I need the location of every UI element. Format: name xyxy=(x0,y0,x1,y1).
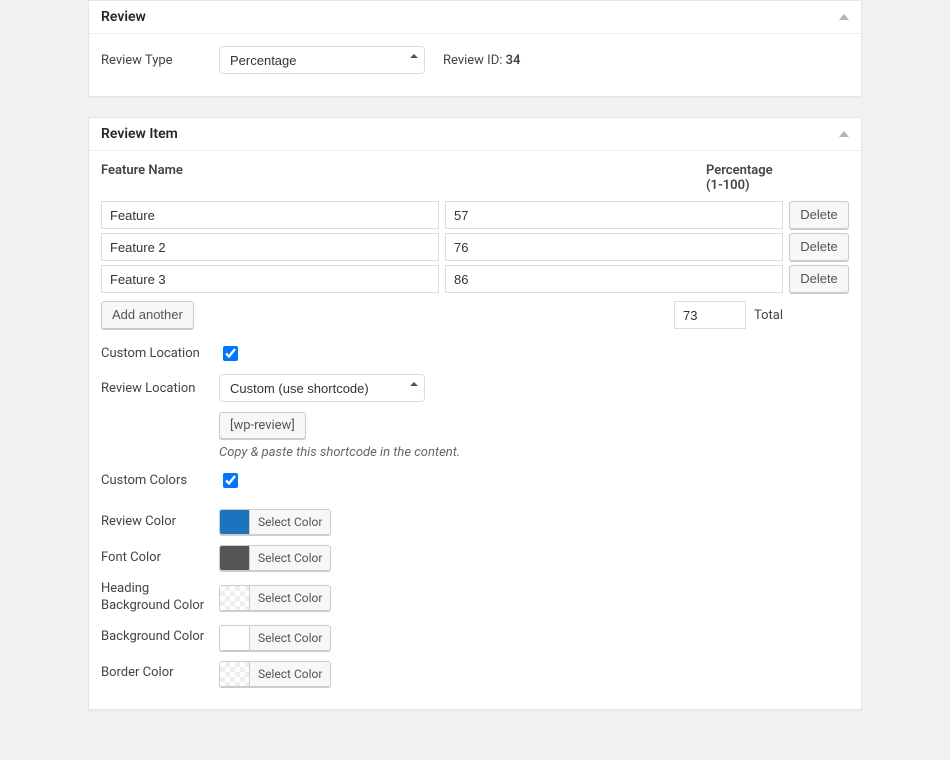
feature-row: Delete xyxy=(101,265,849,293)
add-another-button[interactable]: Add another xyxy=(101,301,194,329)
feature-name-input[interactable] xyxy=(101,233,439,261)
custom-colors-label: Custom Colors xyxy=(101,473,219,488)
custom-location-label: Custom Location xyxy=(101,346,219,361)
collapse-icon[interactable] xyxy=(839,131,849,137)
custom-location-checkbox[interactable] xyxy=(223,346,238,361)
feature-pct-input[interactable] xyxy=(445,233,783,261)
color-row: Background Color Select Color xyxy=(101,625,849,651)
color-row: Heading Background Color Select Color xyxy=(101,581,849,615)
color-picker[interactable]: Select Color xyxy=(219,625,331,651)
color-picker[interactable]: Select Color xyxy=(219,661,331,687)
total-input[interactable] xyxy=(674,301,746,329)
review-panel: Review Review Type Percentage Review ID:… xyxy=(88,0,862,97)
review-type-select[interactable]: Percentage xyxy=(219,46,425,74)
feature-row: Delete xyxy=(101,201,849,229)
color-label: Font Color xyxy=(101,550,219,567)
review-type-label: Review Type xyxy=(101,53,219,68)
color-label: Heading Background Color xyxy=(101,581,219,615)
total-label: Total xyxy=(754,308,783,323)
percentage-header: Percentage (1-100) xyxy=(706,163,781,193)
feature-name-input[interactable] xyxy=(101,201,439,229)
color-picker[interactable]: Select Color xyxy=(219,509,331,535)
review-item-title: Review Item xyxy=(101,126,178,142)
feature-row: Delete xyxy=(101,233,849,261)
color-label: Background Color xyxy=(101,629,219,646)
shortcode-box[interactable]: [wp-review] xyxy=(219,412,306,439)
color-swatch[interactable] xyxy=(220,626,250,650)
feature-name-input[interactable] xyxy=(101,265,439,293)
shortcode-hint: Copy & paste this shortcode in the conte… xyxy=(219,445,460,460)
color-row: Border Color Select Color xyxy=(101,661,849,687)
color-label: Border Color xyxy=(101,665,219,682)
feature-pct-input[interactable] xyxy=(445,265,783,293)
select-color-button[interactable]: Select Color xyxy=(250,510,330,534)
delete-button[interactable]: Delete xyxy=(789,265,849,293)
delete-button[interactable]: Delete xyxy=(789,201,849,229)
delete-button[interactable]: Delete xyxy=(789,233,849,261)
color-swatch[interactable] xyxy=(220,586,250,610)
color-row: Review Color Select Color xyxy=(101,509,849,535)
select-color-button[interactable]: Select Color xyxy=(250,546,330,570)
collapse-icon[interactable] xyxy=(839,14,849,20)
review-location-select[interactable]: Custom (use shortcode) xyxy=(219,374,425,402)
review-id: Review ID: 34 xyxy=(443,53,520,68)
feature-pct-input[interactable] xyxy=(445,201,783,229)
review-location-label: Review Location xyxy=(101,381,219,396)
color-picker[interactable]: Select Color xyxy=(219,585,331,611)
color-row: Font Color Select Color xyxy=(101,545,849,571)
select-color-button[interactable]: Select Color xyxy=(250,662,330,686)
select-color-button[interactable]: Select Color xyxy=(250,626,330,650)
color-picker[interactable]: Select Color xyxy=(219,545,331,571)
color-swatch[interactable] xyxy=(220,662,250,686)
review-panel-title: Review xyxy=(101,9,146,25)
feature-name-header: Feature Name xyxy=(101,163,700,193)
select-color-button[interactable]: Select Color xyxy=(250,586,330,610)
review-item-panel: Review Item Feature Name Percentage (1-1… xyxy=(88,117,862,710)
color-label: Review Color xyxy=(101,514,219,531)
custom-colors-checkbox[interactable] xyxy=(223,473,238,488)
color-swatch[interactable] xyxy=(220,546,250,570)
color-swatch[interactable] xyxy=(220,510,250,534)
